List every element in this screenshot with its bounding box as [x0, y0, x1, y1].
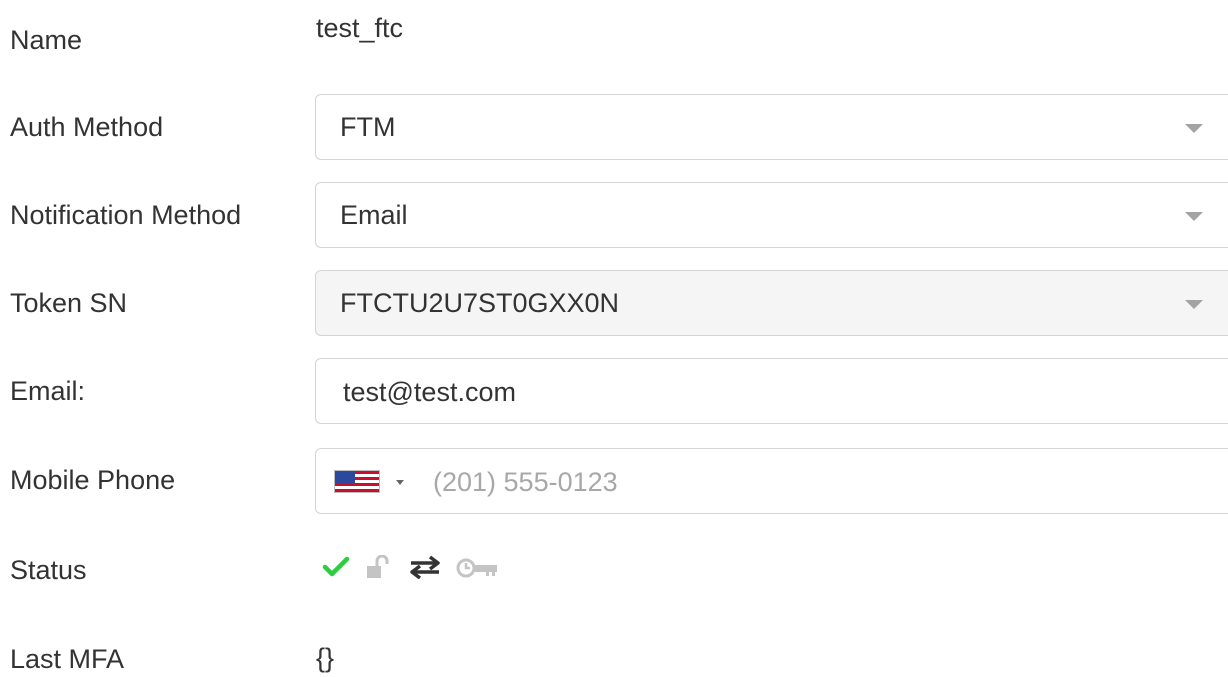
auth-method-label: Auth Method	[10, 112, 164, 142]
chevron-down-icon	[1185, 300, 1203, 309]
notification-method-select[interactable]: Email	[315, 182, 1228, 248]
sync-arrows-icon	[408, 555, 442, 584]
email-field[interactable]	[343, 372, 1203, 412]
token-sn-selected-value: FTCTU2U7ST0GXX0N	[340, 288, 620, 318]
last-mfa-label: Last MFA	[10, 644, 125, 674]
clock-key-icon	[456, 555, 500, 584]
country-dropdown-caret-icon[interactable]	[396, 480, 404, 485]
chevron-down-icon	[1185, 124, 1203, 133]
status-label: Status	[10, 555, 87, 585]
last-mfa-value: {}	[316, 643, 335, 673]
chevron-down-icon	[1185, 212, 1203, 221]
token-sn-select[interactable]: FTCTU2U7ST0GXX0N	[315, 270, 1228, 336]
mobile-phone-input[interactable]	[433, 462, 1203, 502]
email-label: Email:	[10, 376, 86, 406]
auth-method-selected-value: FTM	[340, 112, 396, 142]
mobile-phone-wrapper	[315, 448, 1228, 514]
unlock-icon	[366, 554, 392, 584]
token-sn-label: Token SN	[10, 288, 128, 318]
notification-method-selected-value: Email	[340, 200, 408, 230]
name-value: test_ftc	[316, 13, 404, 43]
name-label: Name	[10, 25, 83, 55]
email-field-wrapper	[315, 358, 1228, 424]
auth-method-select[interactable]: FTM	[315, 94, 1228, 160]
check-icon	[322, 555, 350, 584]
us-flag-icon[interactable]	[334, 470, 380, 493]
mobile-phone-label: Mobile Phone	[10, 465, 176, 495]
notification-method-label: Notification Method	[10, 200, 242, 230]
